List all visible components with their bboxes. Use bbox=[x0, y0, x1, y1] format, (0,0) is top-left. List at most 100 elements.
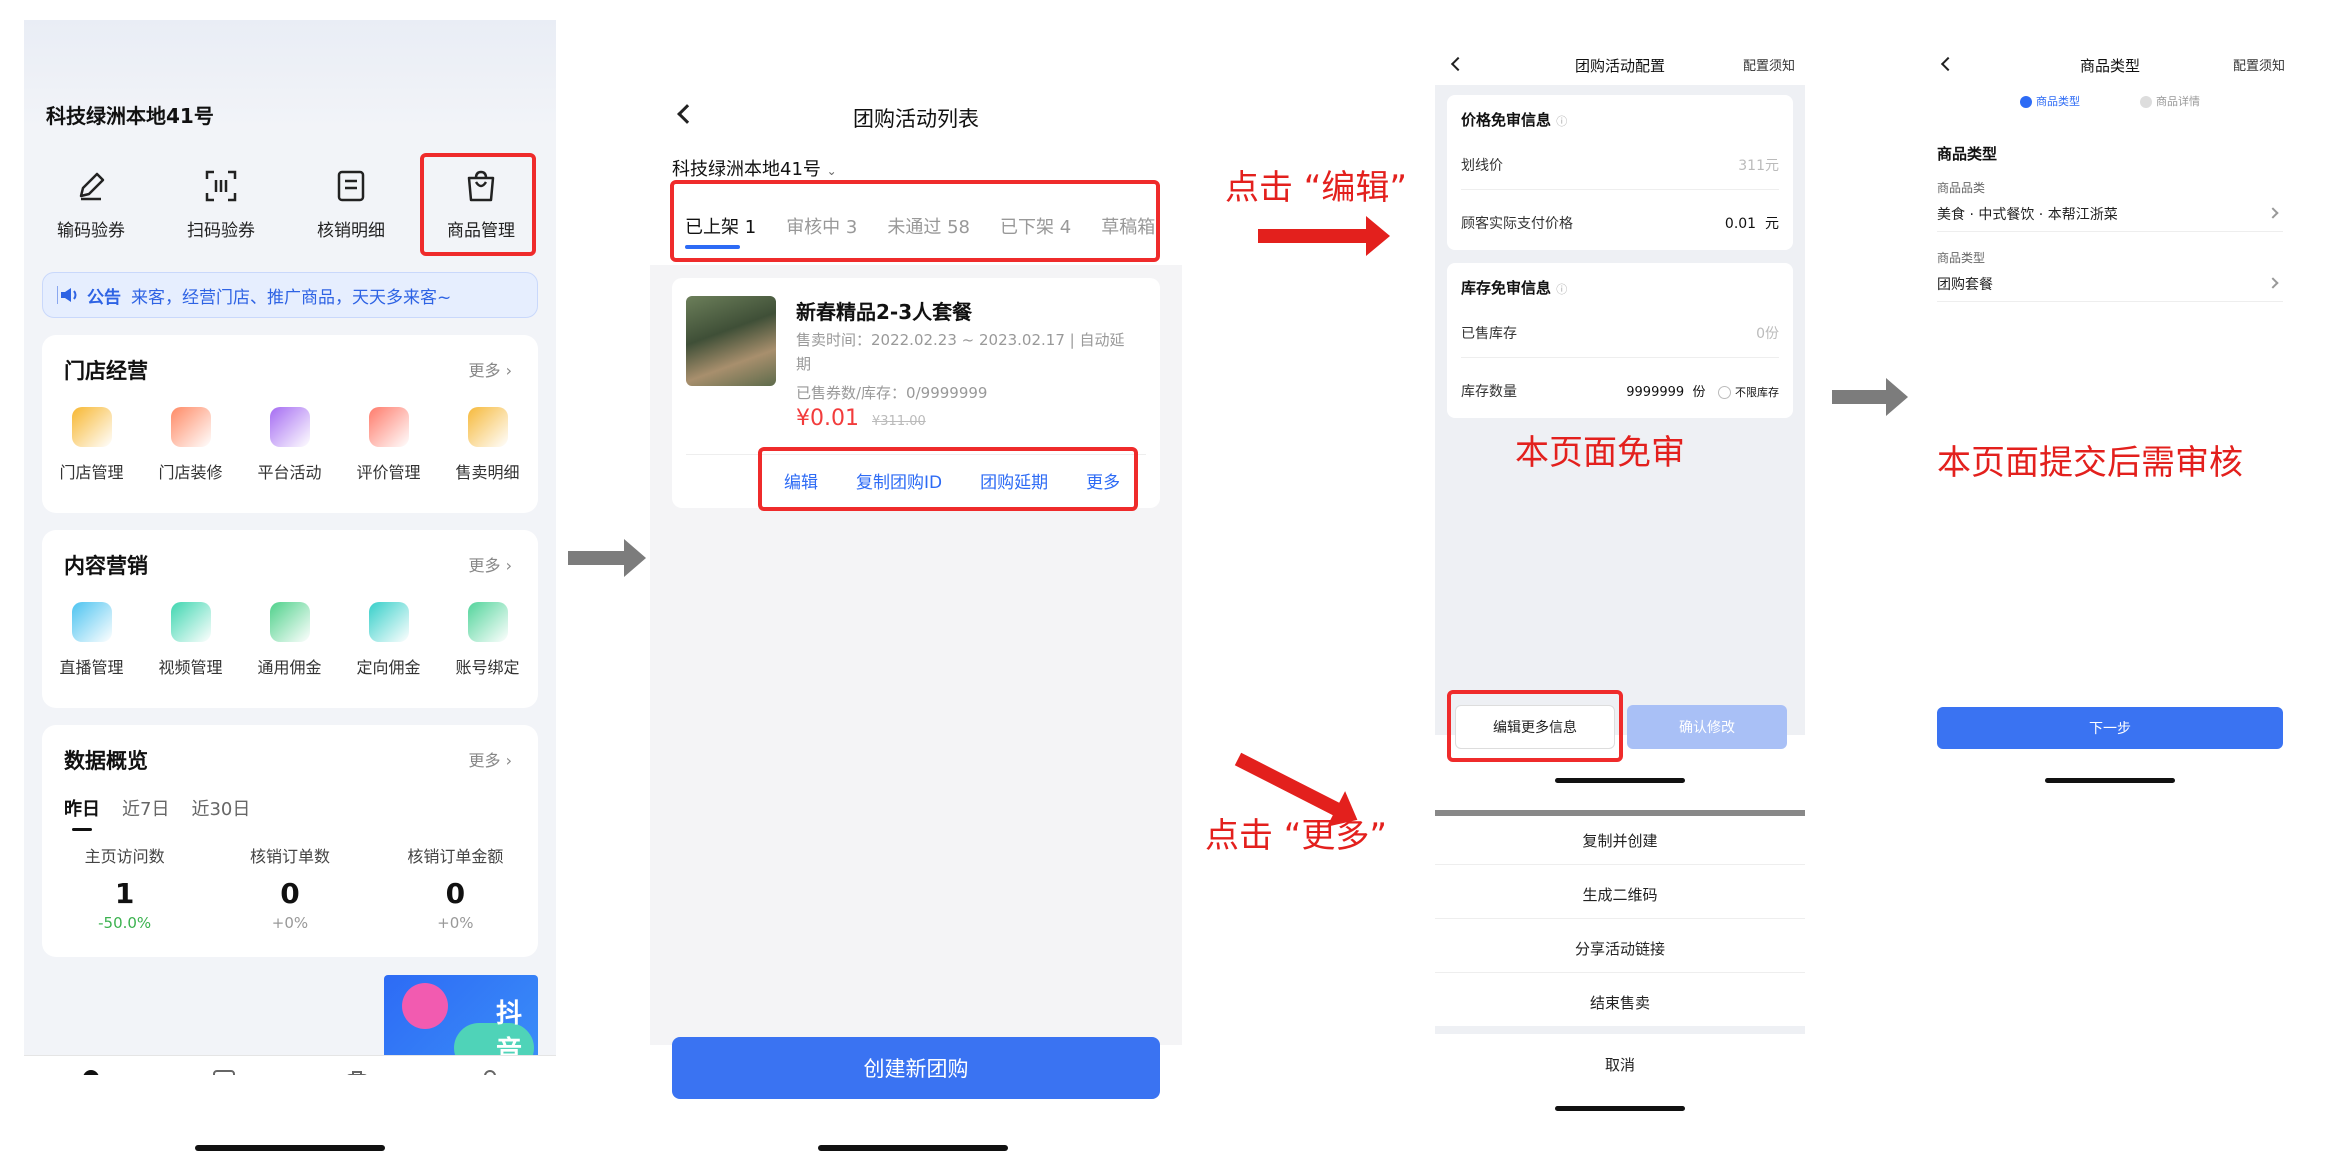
feature-icon bbox=[368, 407, 409, 447]
note-icon bbox=[402, 983, 448, 1029]
more-label: 更多 bbox=[468, 361, 501, 380]
sheet-qrcode[interactable]: 生成二维码 bbox=[1435, 884, 1805, 905]
row-value: 0.01 bbox=[1724, 216, 1757, 232]
grid-item[interactable]: 定向佣金 bbox=[339, 602, 438, 678]
sheet-copy-create[interactable]: 复制并创建 bbox=[1435, 830, 1805, 851]
divider bbox=[1937, 301, 2283, 302]
arrow-right-icon bbox=[1832, 378, 1908, 416]
grid-item[interactable]: 售卖明细 bbox=[438, 407, 537, 483]
config-header: 团购活动配置 配置须知 bbox=[1435, 45, 1805, 85]
home-screen: 科技绿洲本地41号 输码验券 扫码验券 核销明细 商品管理 公告 来客，经营门店… bbox=[24, 20, 556, 1075]
config-notice-link[interactable]: 配置须知 bbox=[2233, 55, 2285, 74]
field-type[interactable]: 商品类型 团购套餐 bbox=[1937, 249, 2283, 302]
grid-item[interactable]: 通用佣金 bbox=[240, 602, 339, 678]
home-indicator bbox=[818, 1145, 1008, 1151]
red-arrow-icon bbox=[1258, 216, 1390, 256]
grid-item-label: 账号绑定 bbox=[455, 658, 520, 677]
message-icon bbox=[212, 1070, 235, 1075]
tool-scan-verify[interactable]: 扫码验券 bbox=[166, 168, 276, 241]
item-original-price: ¥311.00 bbox=[872, 414, 926, 429]
sheet-end-sale[interactable]: 结束售卖 bbox=[1435, 992, 1805, 1013]
divider bbox=[1937, 231, 2283, 232]
divider bbox=[1435, 972, 1805, 973]
product-type-screen: 商品类型 配置须知 商品类型 商品详情 商品类型 商品品类 美食 · 中式餐饮 … bbox=[1925, 45, 2295, 805]
divider bbox=[1435, 864, 1805, 865]
info-icon: ⓘ bbox=[1556, 283, 1568, 296]
home-indicator bbox=[1555, 1106, 1685, 1111]
annotation-no-review: 本页面免审 bbox=[1515, 433, 1685, 473]
tab-home[interactable]: 首页 bbox=[24, 1056, 157, 1075]
field-value: 美食 · 中式餐饮 · 本帮江浙菜 bbox=[1937, 207, 2118, 223]
date-tabs: 昨日 近7日 近30日 bbox=[64, 795, 250, 831]
row-pay-price[interactable]: 顾客实际支付价格 0.01 元 bbox=[1461, 213, 1779, 233]
tab-data[interactable]: 数据 bbox=[290, 1056, 423, 1075]
row-unit: 元 bbox=[1765, 216, 1779, 232]
feature-icon bbox=[170, 407, 211, 447]
row-stock-qty[interactable]: 库存数量 9999999 份 不限库存 bbox=[1461, 381, 1779, 401]
page-title: 团购活动列表 bbox=[853, 107, 979, 131]
row-strike-price[interactable]: 划线价 311元 bbox=[1461, 155, 1779, 175]
grid-item[interactable]: 视频管理 bbox=[141, 602, 240, 678]
section-title-text: 库存免审信息 bbox=[1461, 279, 1552, 297]
chevron-right-icon: › bbox=[505, 556, 512, 575]
stat-delta: +0% bbox=[437, 914, 474, 932]
notice-text: 来客，经营门店、推广商品，天天多来客~ bbox=[131, 287, 452, 308]
user-icon bbox=[483, 1070, 496, 1075]
grid-item-label: 定向佣金 bbox=[356, 658, 421, 677]
divider bbox=[1461, 357, 1779, 358]
feature-icon bbox=[269, 407, 310, 447]
row-value-wrap: 0.01 元 bbox=[1725, 213, 1779, 233]
tool-verify-detail[interactable]: 核销明细 bbox=[296, 168, 406, 241]
more-link[interactable]: 更多 › bbox=[468, 552, 512, 576]
tab-messages[interactable]: 消息 bbox=[157, 1056, 290, 1075]
create-groupbuy-button[interactable]: 创建新团购 bbox=[672, 1037, 1160, 1099]
row-value: 311元 bbox=[1738, 158, 1779, 174]
home-indicator bbox=[1555, 778, 1685, 783]
next-step-button[interactable]: 下一步 bbox=[1937, 707, 2283, 749]
step-1: 商品类型 bbox=[2020, 93, 2080, 109]
grid-item-label: 门店装修 bbox=[158, 463, 223, 482]
store-ops-grid: 门店管理 门店装修 平台活动 评价管理 售卖明细 bbox=[42, 407, 538, 483]
grid-item[interactable]: 直播管理 bbox=[42, 602, 141, 678]
more-link[interactable]: 更多 › bbox=[468, 747, 512, 771]
highlight-tabs bbox=[670, 180, 1160, 262]
store-name[interactable]: 科技绿洲本地41号 bbox=[46, 100, 214, 129]
highlight-edit-more bbox=[1447, 690, 1623, 762]
config-notice-link[interactable]: 配置须知 bbox=[1743, 55, 1795, 74]
chevron-right-icon: › bbox=[505, 751, 512, 770]
chevron-right-icon: › bbox=[505, 361, 512, 380]
grid-item[interactable]: 门店装修 bbox=[141, 407, 240, 483]
sheet-share-link[interactable]: 分享活动链接 bbox=[1435, 938, 1805, 959]
grid-item[interactable]: 平台活动 bbox=[240, 407, 339, 483]
stats-row: 主页访问数 1 -50.0% 核销订单数 0 +0% 核销订单金额 0 +0% bbox=[42, 843, 538, 932]
groupbuy-list-screen: 团购活动列表 科技绿洲本地41号 ⌄ 已上架 1 审核中 3 未通过 58 已下… bbox=[650, 85, 1182, 1099]
grid-item[interactable]: 账号绑定 bbox=[438, 602, 537, 678]
tab-30days[interactable]: 近30日 bbox=[191, 795, 250, 821]
promo-banner[interactable]: 抖音 bbox=[384, 975, 538, 1055]
sheet-cancel[interactable]: 取消 bbox=[1435, 1054, 1805, 1075]
feature-icon bbox=[269, 602, 310, 642]
tool-code-verify[interactable]: 输码验券 bbox=[36, 168, 146, 241]
field-category[interactable]: 商品品类 美食 · 中式餐饮 · 本帮江浙菜 bbox=[1937, 179, 2283, 232]
item-thumbnail bbox=[686, 296, 776, 386]
notice-bar[interactable]: 公告 来客，经营门店、推广商品，天天多来客~ bbox=[42, 272, 538, 318]
stat-value: 0 bbox=[445, 877, 466, 910]
row-sold-stock: 已售库存 0份 bbox=[1461, 323, 1779, 343]
more-link[interactable]: 更多 › bbox=[468, 357, 512, 381]
stat-label: 核销订单金额 bbox=[407, 847, 504, 866]
annotation-click-edit: 点击 “编辑” bbox=[1225, 168, 1408, 208]
notice-divider bbox=[57, 286, 58, 304]
tab-7days[interactable]: 近7日 bbox=[122, 795, 169, 821]
tab-yesterday[interactable]: 昨日 bbox=[64, 795, 100, 831]
stat-label: 核销订单数 bbox=[249, 847, 330, 866]
bottom-tabbar: 首页 消息 数据 我 bbox=[24, 1055, 556, 1075]
grid-item[interactable]: 门店管理 bbox=[42, 407, 141, 483]
grid-item[interactable]: 评价管理 bbox=[339, 407, 438, 483]
tab-me[interactable]: 我 bbox=[423, 1056, 556, 1075]
more-label: 更多 bbox=[468, 556, 501, 575]
confirm-button[interactable]: 确认修改 bbox=[1627, 705, 1787, 749]
stock-section: 库存免审信息 ⓘ 已售库存 0份 库存数量 9999999 份 不限库存 bbox=[1447, 263, 1793, 418]
unlimited-stock-option[interactable]: 不限库存 bbox=[1735, 386, 1779, 399]
store-selector[interactable]: 科技绿洲本地41号 ⌄ bbox=[672, 155, 837, 181]
radio-icon[interactable] bbox=[1717, 386, 1731, 399]
